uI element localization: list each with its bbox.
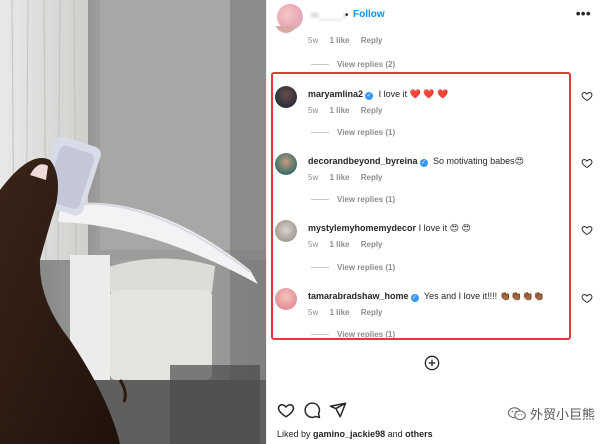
heart-icon[interactable] [277, 401, 295, 419]
verified-badge-icon: ✓ [365, 92, 374, 100]
comment-time: 5w [308, 106, 319, 115]
comment-meta: 5w 1 like Reply [308, 173, 392, 182]
previous-comment-avatar [275, 26, 301, 34]
comment-meta: 5w 1 like Reply [308, 308, 392, 317]
comment-text: Yes and I love it!!!! 👏🏾👏🏾👏🏾👏🏾 [423, 291, 545, 301]
commenter-avatar[interactable] [275, 153, 297, 175]
reply-button[interactable]: Reply [361, 106, 383, 115]
reply-button[interactable]: Reply [361, 308, 383, 317]
commenter-username[interactable]: maryamlina2 [308, 89, 363, 99]
verified-badge-icon: ✓ [419, 159, 428, 167]
comments-panel: m____r • Follow ••• 5w 1 like Reply View… [266, 0, 600, 444]
view-replies-button[interactable]: View replies (1) [311, 330, 395, 339]
commenter-username[interactable]: tamarabradshaw_home [308, 291, 409, 301]
heart-icon[interactable] [581, 224, 593, 236]
post-header: m____r • Follow ••• [267, 0, 600, 32]
comment-text-line: decorandbeyond_byreina ✓ So motivating ba… [308, 156, 524, 167]
watermark-text: 外贸小巨熊 [529, 407, 595, 422]
send-icon[interactable] [329, 401, 347, 419]
view-replies-button[interactable]: View replies (2) [311, 60, 395, 69]
commenter-username[interactable]: decorandbeyond_byreina [308, 156, 418, 166]
verified-badge-icon: ✓ [410, 294, 419, 302]
add-circle-icon[interactable] [424, 355, 440, 371]
follow-button[interactable]: Follow [353, 9, 385, 20]
comment-text: So motivating babes😍 [433, 156, 524, 166]
previous-comment-meta: 5w 1 like Reply [308, 36, 392, 45]
comment-time: 5w [308, 36, 319, 45]
view-replies-button[interactable]: View replies (1) [311, 195, 395, 204]
view-replies-button[interactable]: View replies (1) [311, 263, 395, 272]
comment-text: I love it 😍 😍 [418, 223, 471, 233]
comment-text-line: tamarabradshaw_home ✓ Yes and I love it!!… [308, 291, 544, 302]
more-horizontal-icon[interactable]: ••• [576, 6, 591, 21]
comment-text-line: mystylemyhomemydecor I love it 😍 😍 [308, 223, 471, 234]
comment-time: 5w [308, 308, 319, 317]
liked-by-suffix: and [387, 429, 403, 439]
commenter-username[interactable]: mystylemyhomemydecor [308, 223, 416, 233]
comment-text: I love it ❤️ ❤️ ❤️ [378, 89, 449, 99]
author-username[interactable]: m____r [311, 10, 348, 20]
comment-likes[interactable]: 1 like [329, 173, 349, 182]
comment-likes[interactable]: 1 like [329, 106, 349, 115]
comment-likes[interactable]: 1 like [329, 308, 349, 317]
view-replies-button[interactable]: View replies (1) [311, 128, 395, 137]
comment-likes[interactable]: 1 like [329, 36, 349, 45]
heart-icon[interactable] [581, 90, 593, 102]
commenter-avatar[interactable] [275, 288, 297, 310]
commenter-avatar[interactable] [275, 220, 297, 242]
comment-icon[interactable] [303, 401, 321, 419]
commenter-avatar[interactable] [275, 86, 297, 108]
reply-button[interactable]: Reply [361, 240, 383, 249]
liked-by-user[interactable]: gamino_jackie98 [313, 429, 385, 439]
comment-meta: 5w 1 like Reply [308, 240, 392, 249]
comment-likes[interactable]: 1 like [329, 240, 349, 249]
header-separator: • [345, 10, 349, 21]
comment-meta: 5w 1 like Reply [308, 106, 392, 115]
comment-time: 5w [308, 240, 319, 249]
heart-icon[interactable] [581, 157, 593, 169]
comment-time: 5w [308, 173, 319, 182]
wechat-icon [507, 406, 526, 420]
liked-by-line: Liked by gamino_jackie98 and others [277, 429, 433, 439]
reply-button[interactable]: Reply [361, 173, 383, 182]
comment-text-line: maryamlina2 ✓ I love it ❤️ ❤️ ❤️ [308, 89, 448, 100]
heart-icon[interactable] [581, 292, 593, 304]
post-photo [0, 0, 266, 444]
liked-by-others[interactable]: others [405, 429, 433, 439]
liked-by-prefix: Liked by [277, 429, 311, 439]
watermark: 外贸小巨熊 [507, 404, 595, 423]
reply-button[interactable]: Reply [361, 36, 383, 45]
